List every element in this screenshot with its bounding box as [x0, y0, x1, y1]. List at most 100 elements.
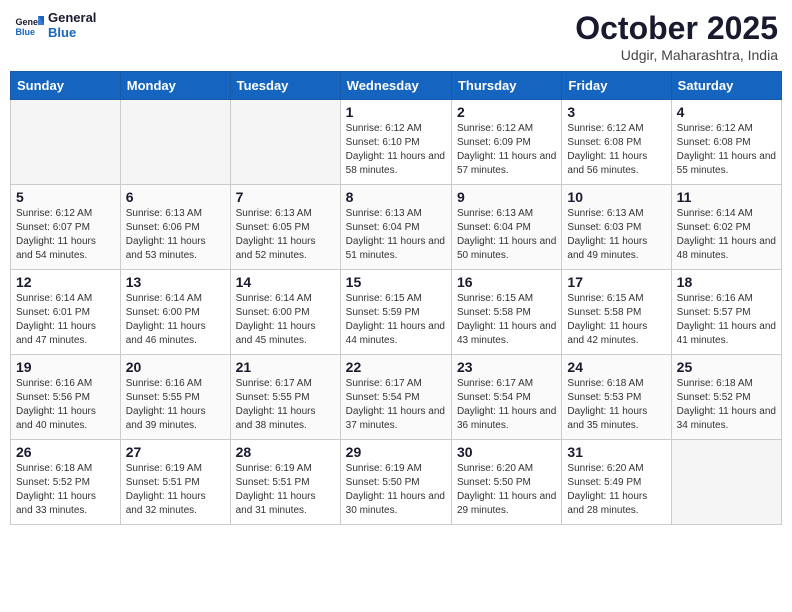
day-number: 5	[16, 189, 115, 205]
calendar-cell: 4 Sunrise: 6:12 AM Sunset: 6:08 PM Daylig…	[671, 100, 781, 185]
calendar-cell: 22Sunrise: 6:17 AM Sunset: 5:54 PM Dayli…	[340, 355, 451, 440]
day-number: 17	[567, 274, 665, 290]
calendar-cell: 30 Sunrise: 6:20 AM Sunset: 5:50 PM Dayli…	[451, 440, 561, 525]
day-number: 30	[457, 444, 556, 460]
day-number: 1	[346, 104, 446, 120]
calendar-cell: 9 Sunrise: 6:13 AM Sunset: 6:04 PM Daylig…	[451, 185, 561, 270]
day-number: 31	[567, 444, 665, 460]
calendar-cell: 20Sunrise: 6:16 AM Sunset: 5:55 PM Dayli…	[120, 355, 230, 440]
logo: General Blue General Blue	[14, 10, 96, 40]
day-info: Sunrise: 6:12 AM Sunset: 6:09 PM Dayligh…	[457, 122, 556, 178]
calendar-cell: 13 Sunrise: 6:14 AM Sunset: 6:00 PM Dayli…	[120, 270, 230, 355]
day-info: Sunrise: 6:19 AM Sunset: 5:50 PM Dayligh…	[346, 462, 446, 518]
logo-blue: Blue	[48, 25, 96, 40]
day-info: Sunrise: 6:14 AM Sunset: 6:00 PM Dayligh…	[126, 292, 225, 348]
day-info: Sunrise: 6:17 AM Sunset: 5:55 PM Dayligh…	[236, 377, 335, 433]
day-info: Sunrise: 6:20 AM Sunset: 5:50 PM Dayligh…	[457, 462, 556, 518]
day-info: Sunrise: 6:13 AM Sunset: 6:03 PM Dayligh…	[567, 207, 665, 263]
calendar-cell: 27 Sunrise: 6:19 AM Sunset: 5:51 PM Dayli…	[120, 440, 230, 525]
day-info: Sunrise: 6:13 AM Sunset: 6:04 PM Dayligh…	[457, 207, 556, 263]
day-info: Sunrise: 6:15 AM Sunset: 5:59 PM Dayligh…	[346, 292, 446, 348]
calendar-table: SundayMondayTuesdayWednesdayThursdayFrid…	[10, 71, 782, 525]
calendar-cell: 7 Sunrise: 6:13 AM Sunset: 6:05 PM Daylig…	[230, 185, 340, 270]
day-number: 7	[236, 189, 335, 205]
week-row-3: 12Sunrise: 6:14 AM Sunset: 6:01 PM Dayli…	[11, 270, 782, 355]
day-number: 12	[16, 274, 115, 290]
day-number: 16	[457, 274, 556, 290]
calendar-cell: 23 Sunrise: 6:17 AM Sunset: 5:54 PM Dayli…	[451, 355, 561, 440]
svg-text:Blue: Blue	[16, 27, 36, 37]
day-number: 10	[567, 189, 665, 205]
calendar-cell: 1 Sunrise: 6:12 AM Sunset: 6:10 PM Daylig…	[340, 100, 451, 185]
calendar-cell: 18Sunrise: 6:16 AM Sunset: 5:57 PM Dayli…	[671, 270, 781, 355]
week-row-4: 19Sunrise: 6:16 AM Sunset: 5:56 PM Dayli…	[11, 355, 782, 440]
calendar-cell: 11Sunrise: 6:14 AM Sunset: 6:02 PM Dayli…	[671, 185, 781, 270]
day-number: 15	[346, 274, 446, 290]
day-number: 24	[567, 359, 665, 375]
week-row-5: 26 Sunrise: 6:18 AM Sunset: 5:52 PM Dayli…	[11, 440, 782, 525]
day-number: 23	[457, 359, 556, 375]
day-info: Sunrise: 6:15 AM Sunset: 5:58 PM Dayligh…	[567, 292, 665, 348]
calendar-cell: 25 Sunrise: 6:18 AM Sunset: 5:52 PM Dayli…	[671, 355, 781, 440]
day-info: Sunrise: 6:18 AM Sunset: 5:52 PM Dayligh…	[16, 462, 115, 518]
title-area: October 2025 Udgir, Maharashtra, India	[575, 10, 778, 63]
calendar-cell: 24Sunrise: 6:18 AM Sunset: 5:53 PM Dayli…	[562, 355, 671, 440]
column-header-monday: Monday	[120, 72, 230, 100]
calendar-cell: 31 Sunrise: 6:20 AM Sunset: 5:49 PM Dayli…	[562, 440, 671, 525]
calendar-cell	[120, 100, 230, 185]
day-number: 28	[236, 444, 335, 460]
day-number: 14	[236, 274, 335, 290]
calendar-cell: 6Sunrise: 6:13 AM Sunset: 6:06 PM Daylig…	[120, 185, 230, 270]
calendar-cell	[11, 100, 121, 185]
calendar-cell: 3Sunrise: 6:12 AM Sunset: 6:08 PM Daylig…	[562, 100, 671, 185]
day-info: Sunrise: 6:20 AM Sunset: 5:49 PM Dayligh…	[567, 462, 665, 518]
location-subtitle: Udgir, Maharashtra, India	[575, 47, 778, 63]
column-header-wednesday: Wednesday	[340, 72, 451, 100]
calendar-cell: 28 Sunrise: 6:19 AM Sunset: 5:51 PM Dayli…	[230, 440, 340, 525]
day-info: Sunrise: 6:16 AM Sunset: 5:56 PM Dayligh…	[16, 377, 115, 433]
page-header: General Blue General Blue October 2025 U…	[10, 10, 782, 63]
logo-icon: General Blue	[14, 10, 44, 40]
day-info: Sunrise: 6:13 AM Sunset: 6:05 PM Dayligh…	[236, 207, 335, 263]
day-number: 11	[677, 189, 776, 205]
column-header-saturday: Saturday	[671, 72, 781, 100]
day-number: 13	[126, 274, 225, 290]
day-number: 18	[677, 274, 776, 290]
day-info: Sunrise: 6:19 AM Sunset: 5:51 PM Dayligh…	[126, 462, 225, 518]
day-number: 3	[567, 104, 665, 120]
calendar-cell: 17 Sunrise: 6:15 AM Sunset: 5:58 PM Dayli…	[562, 270, 671, 355]
day-number: 29	[346, 444, 446, 460]
day-info: Sunrise: 6:17 AM Sunset: 5:54 PM Dayligh…	[457, 377, 556, 433]
day-info: Sunrise: 6:13 AM Sunset: 6:04 PM Dayligh…	[346, 207, 446, 263]
calendar-cell: 26 Sunrise: 6:18 AM Sunset: 5:52 PM Dayli…	[11, 440, 121, 525]
day-info: Sunrise: 6:13 AM Sunset: 6:06 PM Dayligh…	[126, 207, 225, 263]
day-info: Sunrise: 6:12 AM Sunset: 6:08 PM Dayligh…	[677, 122, 776, 178]
day-info: Sunrise: 6:18 AM Sunset: 5:52 PM Dayligh…	[677, 377, 776, 433]
day-number: 20	[126, 359, 225, 375]
day-number: 25	[677, 359, 776, 375]
calendar-cell: 15 Sunrise: 6:15 AM Sunset: 5:59 PM Dayli…	[340, 270, 451, 355]
day-number: 22	[346, 359, 446, 375]
calendar-cell: 21 Sunrise: 6:17 AM Sunset: 5:55 PM Dayli…	[230, 355, 340, 440]
calendar-cell: 16Sunrise: 6:15 AM Sunset: 5:58 PM Dayli…	[451, 270, 561, 355]
day-number: 8	[346, 189, 446, 205]
calendar-cell: 12Sunrise: 6:14 AM Sunset: 6:01 PM Dayli…	[11, 270, 121, 355]
calendar-cell	[230, 100, 340, 185]
week-row-2: 5Sunrise: 6:12 AM Sunset: 6:07 PM Daylig…	[11, 185, 782, 270]
day-info: Sunrise: 6:19 AM Sunset: 5:51 PM Dayligh…	[236, 462, 335, 518]
column-header-friday: Friday	[562, 72, 671, 100]
calendar-cell: 19Sunrise: 6:16 AM Sunset: 5:56 PM Dayli…	[11, 355, 121, 440]
day-number: 2	[457, 104, 556, 120]
day-info: Sunrise: 6:14 AM Sunset: 6:00 PM Dayligh…	[236, 292, 335, 348]
day-number: 4	[677, 104, 776, 120]
day-number: 26	[16, 444, 115, 460]
day-info: Sunrise: 6:12 AM Sunset: 6:10 PM Dayligh…	[346, 122, 446, 178]
calendar-cell	[671, 440, 781, 525]
calendar-cell: 14 Sunrise: 6:14 AM Sunset: 6:00 PM Dayli…	[230, 270, 340, 355]
calendar-header-row: SundayMondayTuesdayWednesdayThursdayFrid…	[11, 72, 782, 100]
day-number: 9	[457, 189, 556, 205]
calendar-cell: 8 Sunrise: 6:13 AM Sunset: 6:04 PM Daylig…	[340, 185, 451, 270]
calendar-cell: 5Sunrise: 6:12 AM Sunset: 6:07 PM Daylig…	[11, 185, 121, 270]
day-number: 21	[236, 359, 335, 375]
day-number: 27	[126, 444, 225, 460]
